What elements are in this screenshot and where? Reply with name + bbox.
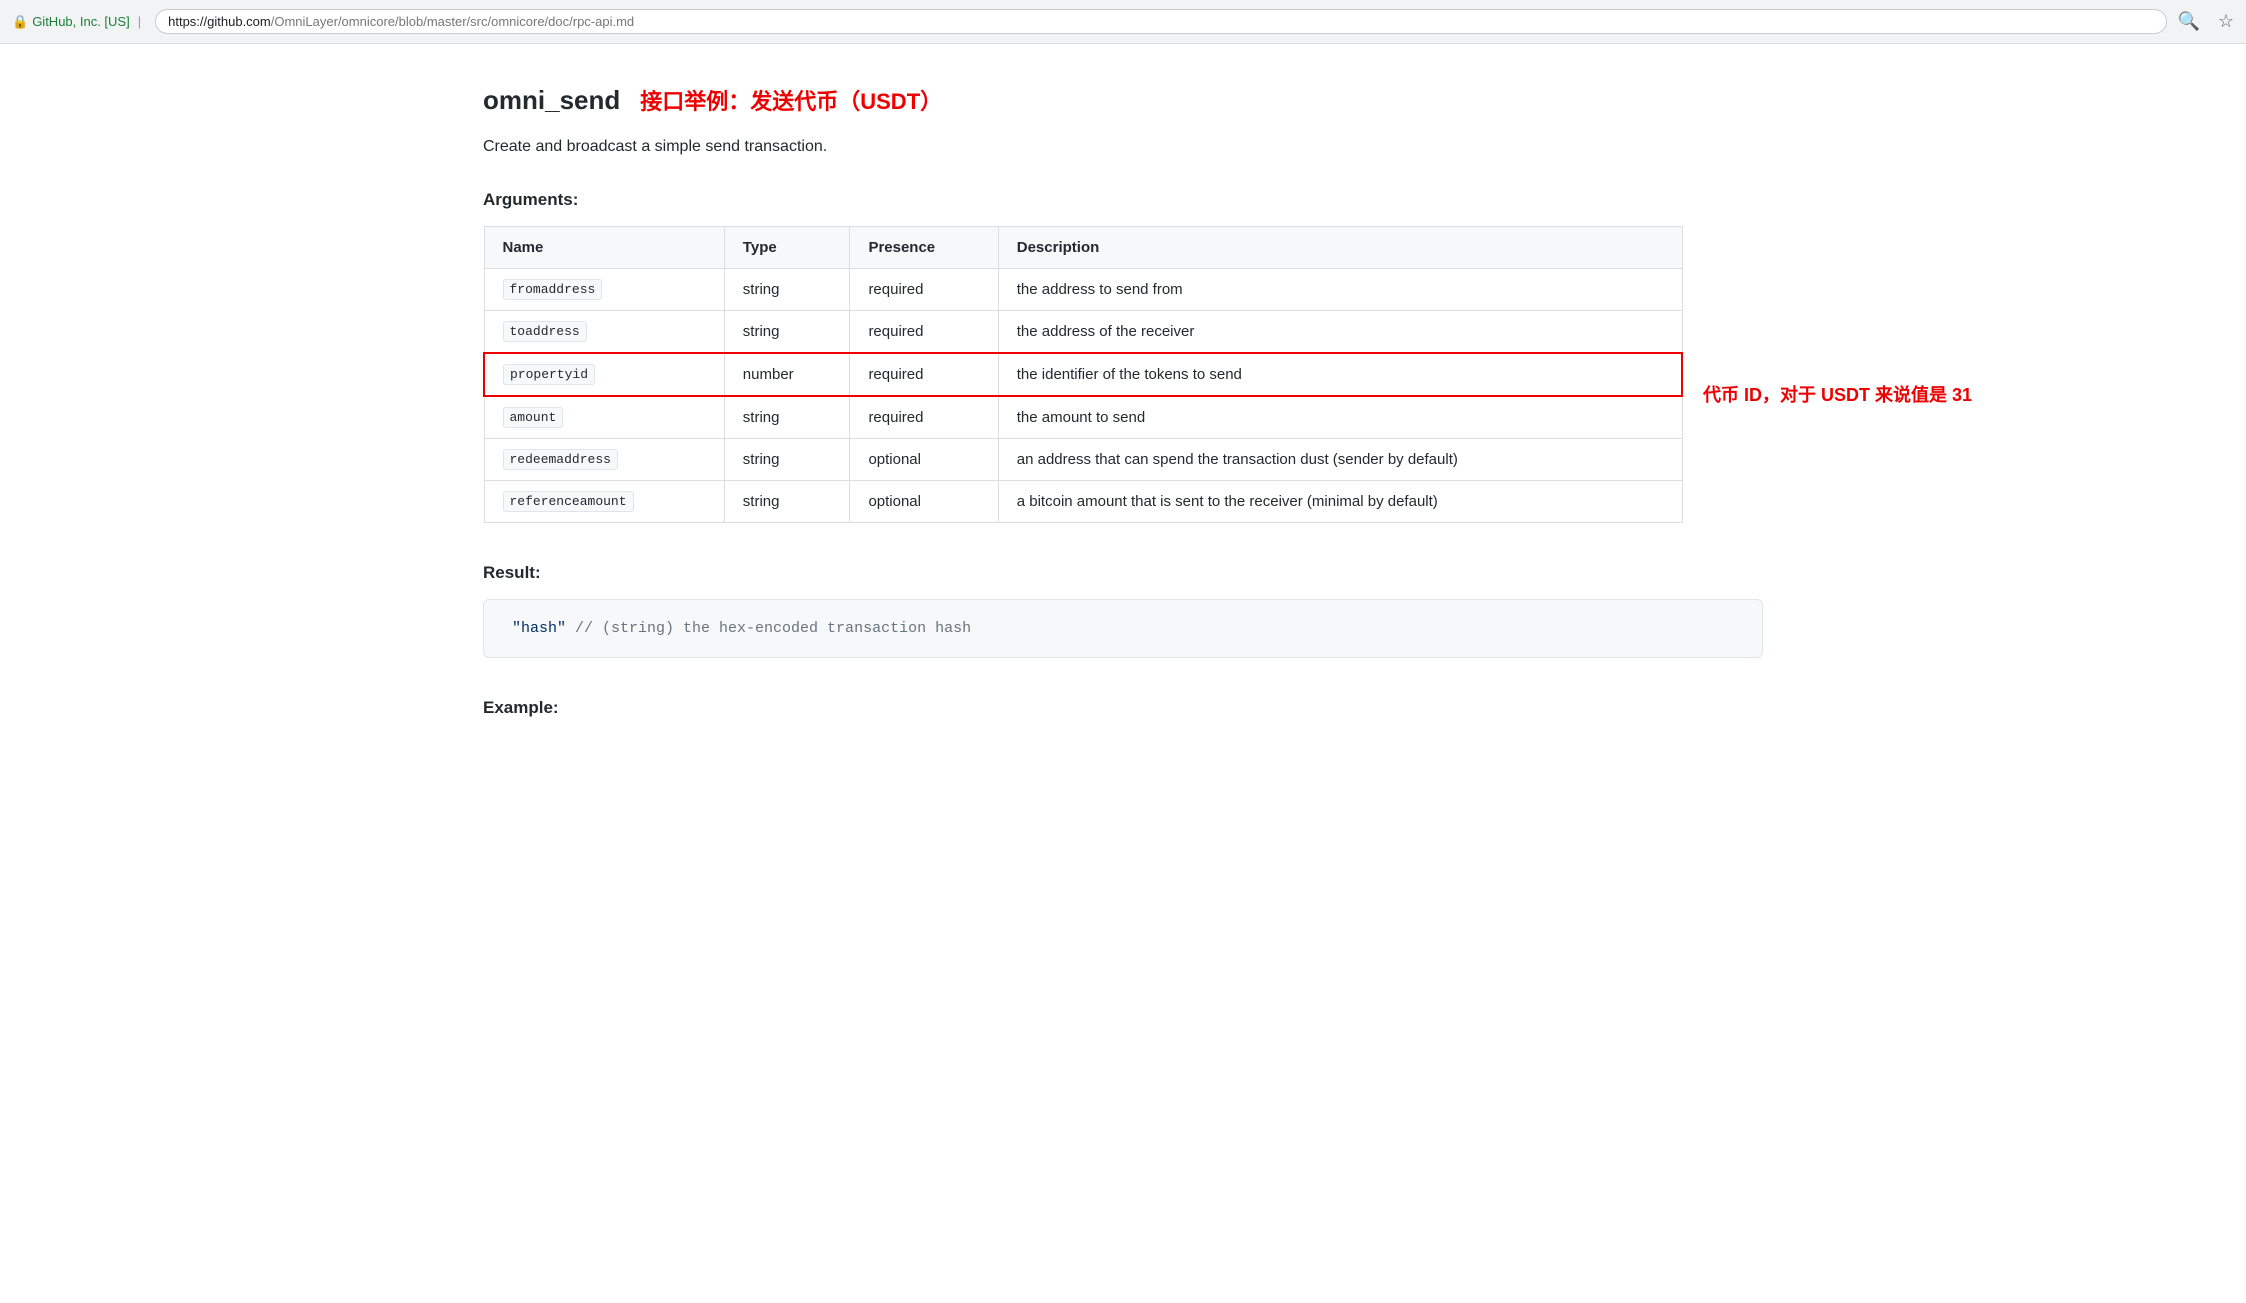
result-heading: Result: (483, 563, 1763, 583)
cell-presence: optional (850, 438, 998, 480)
cell-name: toaddress (484, 310, 724, 353)
table-header-row: Name Type Presence Description (484, 226, 1682, 268)
result-code-block: "hash" // (string) the hex-encoded trans… (483, 599, 1763, 658)
cell-description: the amount to send (998, 396, 1682, 439)
param-name-code: fromaddress (503, 279, 603, 300)
cell-type: string (724, 438, 850, 480)
table-row: propertyid numberrequiredthe identifier o… (484, 353, 1682, 396)
page-description: Create and broadcast a simple send trans… (483, 134, 1763, 160)
cell-name: amount (484, 396, 724, 439)
col-header-name: Name (484, 226, 724, 268)
result-code-comment: // (string) the hex-encoded transaction … (566, 620, 971, 637)
table-row: redeemaddress stringoptionalan address th… (484, 438, 1682, 480)
page-title: omni_send (483, 85, 620, 116)
cell-type: string (724, 480, 850, 522)
cell-name: propertyid (484, 353, 724, 396)
title-row: omni_send 接口举例：发送代币（USDT） (483, 84, 1763, 116)
cell-type: number (724, 353, 850, 396)
cell-presence: required (850, 310, 998, 353)
url-origin: https://github.com (168, 14, 271, 29)
cell-presence: optional (850, 480, 998, 522)
lock-icon: 🔒 (12, 14, 28, 30)
example-heading: Example: (483, 698, 1763, 718)
cell-presence: required (850, 268, 998, 310)
table-wrapper: Name Type Presence Description fromaddre… (483, 226, 1763, 563)
table-row: referenceamount stringoptionala bitcoin a… (484, 480, 1682, 522)
col-header-description: Description (998, 226, 1682, 268)
param-name-code: propertyid (503, 364, 595, 385)
table-row: toaddress stringrequiredthe address of th… (484, 310, 1682, 353)
cell-description: a bitcoin amount that is sent to the rec… (998, 480, 1682, 522)
table-row: fromaddress stringrequiredthe address to … (484, 268, 1682, 310)
cell-name: fromaddress (484, 268, 724, 310)
result-code-string: "hash" (512, 620, 566, 637)
table-row: amount stringrequiredthe amount to send (484, 396, 1682, 439)
arguments-heading: Arguments: (483, 190, 1763, 210)
arguments-table: Name Type Presence Description fromaddre… (483, 226, 1683, 523)
address-bar[interactable]: https://github.com /OmniLayer/omnicore/b… (155, 9, 2167, 34)
cell-description: the identifier of the tokens to send (998, 353, 1682, 396)
cell-name: redeemaddress (484, 438, 724, 480)
cell-description: the address to send from (998, 268, 1682, 310)
cell-type: string (724, 310, 850, 353)
bookmark-icon[interactable]: ☆ (2218, 11, 2234, 32)
browser-search-icon[interactable]: 🔍 (2177, 11, 2199, 32)
cell-description: an address that can spend the transactio… (998, 438, 1682, 480)
cell-presence: required (850, 396, 998, 439)
cell-type: string (724, 396, 850, 439)
param-name-code: toaddress (503, 321, 587, 342)
param-name-code: amount (503, 407, 564, 428)
browser-bar: 🔒 GitHub, Inc. [US] | https://github.com… (0, 0, 2246, 44)
result-section: Result: "hash" // (string) the hex-encod… (483, 563, 1763, 658)
param-name-code: referenceamount (503, 491, 634, 512)
cell-type: string (724, 268, 850, 310)
page-content: omni_send 接口举例：发送代币（USDT） Create and bro… (423, 44, 1823, 778)
cell-name: referenceamount (484, 480, 724, 522)
example-section: Example: (483, 698, 1763, 718)
title-annotation: 接口举例：发送代币（USDT） (640, 84, 942, 116)
col-header-presence: Presence (850, 226, 998, 268)
separator: | (138, 14, 141, 29)
cell-description: the address of the receiver (998, 310, 1682, 353)
row-annotation: 代币 ID，对于 USDT 来说值是 31 (1683, 381, 1972, 407)
url-path: /OmniLayer/omnicore/blob/master/src/omni… (271, 14, 634, 29)
security-label: GitHub, Inc. [US] (32, 14, 130, 29)
col-header-type: Type (724, 226, 850, 268)
cell-presence: required (850, 353, 998, 396)
security-info: 🔒 GitHub, Inc. [US] | (12, 14, 145, 30)
param-name-code: redeemaddress (503, 449, 618, 470)
